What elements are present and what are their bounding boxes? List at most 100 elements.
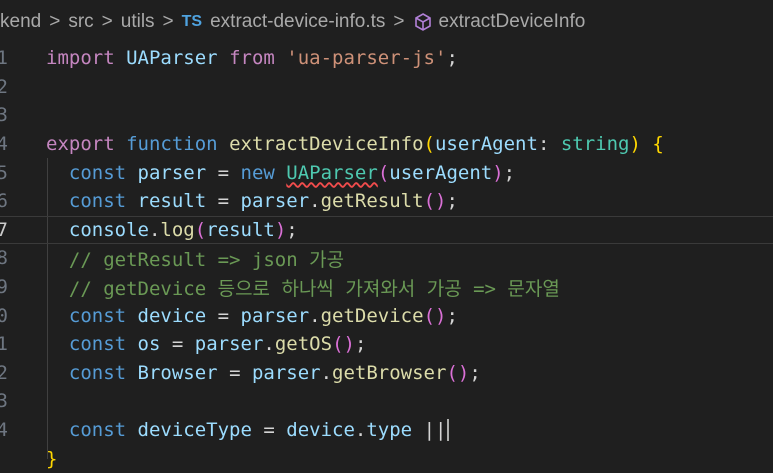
method-name: getDevice: [320, 304, 424, 327]
identifier: console: [68, 218, 149, 241]
identifier: Browser: [137, 361, 218, 384]
property: type: [366, 418, 413, 441]
operator: =: [251, 418, 287, 441]
code-line[interactable]: 5 const parser = new UAParser(userAgent)…: [0, 158, 773, 187]
identifier: userAgent: [389, 161, 493, 184]
code-editor[interactable]: 1 import UAParser from 'ua-parser-js'; 2…: [0, 44, 773, 470]
class-name-error[interactable]: UAParser: [286, 162, 378, 184]
code-line[interactable]: 4 export function extractDeviceInfo(user…: [0, 130, 773, 159]
line-number: 8: [0, 247, 8, 270]
code-line[interactable]: 8 // getResult => json 가공: [0, 244, 773, 273]
operator: =: [206, 161, 241, 184]
code-line[interactable]: 3: [0, 387, 773, 416]
operator: =: [206, 190, 241, 213]
method-name: log: [160, 218, 195, 241]
code-line-current[interactable]: 7 console.log(result);: [0, 215, 773, 245]
paren: (: [194, 218, 207, 241]
identifier: device: [286, 418, 355, 441]
paren: ): [629, 133, 641, 156]
punctuation: :: [537, 133, 561, 156]
punctuation: .: [309, 190, 321, 213]
line-number: 3: [0, 104, 8, 127]
keyword-import: import: [46, 47, 115, 70]
parens: (): [423, 304, 447, 327]
paren: (: [377, 161, 390, 184]
breadcrumb-file[interactable]: extract-device-info.ts: [210, 11, 385, 33]
type-annotation: string: [560, 133, 630, 156]
line-number: 9: [0, 276, 8, 299]
text-cursor: [447, 419, 450, 442]
chevron-right-icon: >: [393, 11, 405, 32]
line-number: 5: [0, 161, 8, 184]
line-number: 6: [0, 190, 8, 213]
line-number: 7: [0, 218, 8, 241]
identifier: parser: [240, 190, 310, 213]
breadcrumb-folder-src[interactable]: src: [68, 11, 93, 33]
breadcrumb: kend > src > utils > TS extract-device-i…: [0, 0, 773, 44]
code-line[interactable]: }: [0, 444, 773, 473]
code-line[interactable]: 3: [0, 101, 773, 130]
code-line[interactable]: 1 import UAParser from 'ua-parser-js';: [0, 44, 773, 73]
punctuation: ;: [469, 361, 481, 384]
chevron-right-icon: >: [101, 11, 113, 32]
operator: =: [206, 304, 241, 327]
code-line[interactable]: 4 const deviceType = device.type ||: [0, 416, 773, 445]
line-number: 1: [0, 47, 8, 70]
code-line[interactable]: 2: [0, 73, 773, 102]
comment: // getResult => json 가공: [68, 248, 345, 271]
chevron-right-icon: >: [49, 11, 61, 32]
keyword-function: function: [126, 133, 218, 156]
breadcrumb-folder-backend[interactable]: kend: [0, 11, 41, 33]
identifier: os: [137, 333, 161, 356]
keyword-from: from: [229, 47, 275, 70]
code-line[interactable]: 9 // getDevice 등으로 하나씩 가져와서 가공 => 문자열: [0, 273, 773, 302]
punctuation: ;: [446, 47, 458, 70]
keyword-const: const: [68, 418, 127, 441]
identifier: parser: [194, 333, 264, 356]
keyword-const: const: [68, 161, 127, 184]
identifier: UAParser: [126, 47, 218, 70]
operator: =: [160, 333, 195, 356]
brace: {: [652, 133, 664, 156]
keyword-const: const: [68, 304, 127, 327]
method-name: getOS: [274, 333, 333, 356]
code-line[interactable]: 1 const os = parser.getOS();: [0, 330, 773, 359]
punctuation: .: [148, 218, 161, 241]
paren: (: [423, 133, 435, 156]
parameter: userAgent: [434, 133, 538, 156]
code-line[interactable]: 0 const device = parser.getDevice();: [0, 301, 773, 330]
punctuation: ;: [446, 304, 458, 327]
identifier: parser: [251, 361, 321, 384]
parens: (): [446, 361, 470, 384]
method-name: getResult: [320, 190, 424, 213]
breadcrumb-symbol[interactable]: extractDeviceInfo: [439, 11, 586, 33]
line-number: 4: [0, 133, 8, 156]
typescript-icon: TS: [181, 13, 203, 30]
paren: ): [274, 218, 287, 241]
breadcrumb-folder-utils[interactable]: utils: [121, 11, 155, 33]
punctuation: .: [309, 304, 321, 327]
parens: (): [332, 333, 355, 356]
brace: }: [46, 447, 58, 470]
punctuation: ;: [354, 333, 367, 356]
line-number: 0: [0, 304, 8, 327]
keyword-export: export: [46, 133, 115, 156]
operator: =: [217, 361, 252, 384]
line-number: 2: [0, 361, 8, 384]
line-number: 1: [0, 333, 8, 356]
line-number: 3: [0, 390, 8, 413]
line-number: 4: [0, 419, 8, 442]
comment: // getDevice 등으로 하나씩 가져와서 가공 => 문자열: [68, 277, 560, 300]
punctuation: .: [320, 361, 333, 384]
method-name: getBrowser: [332, 361, 447, 384]
string-literal: 'ua-parser-js': [286, 47, 447, 70]
identifier: result: [206, 218, 275, 241]
code-line[interactable]: 6 const result = parser.getResult();: [0, 187, 773, 216]
operator: ||: [412, 418, 447, 441]
code-line[interactable]: 2 const Browser = parser.getBrowser();: [0, 359, 773, 388]
line-number: 2: [0, 75, 8, 98]
punctuation: ;: [286, 218, 298, 241]
punctuation: .: [354, 418, 367, 441]
identifier: parser: [240, 304, 310, 327]
keyword-const: const: [68, 190, 127, 213]
